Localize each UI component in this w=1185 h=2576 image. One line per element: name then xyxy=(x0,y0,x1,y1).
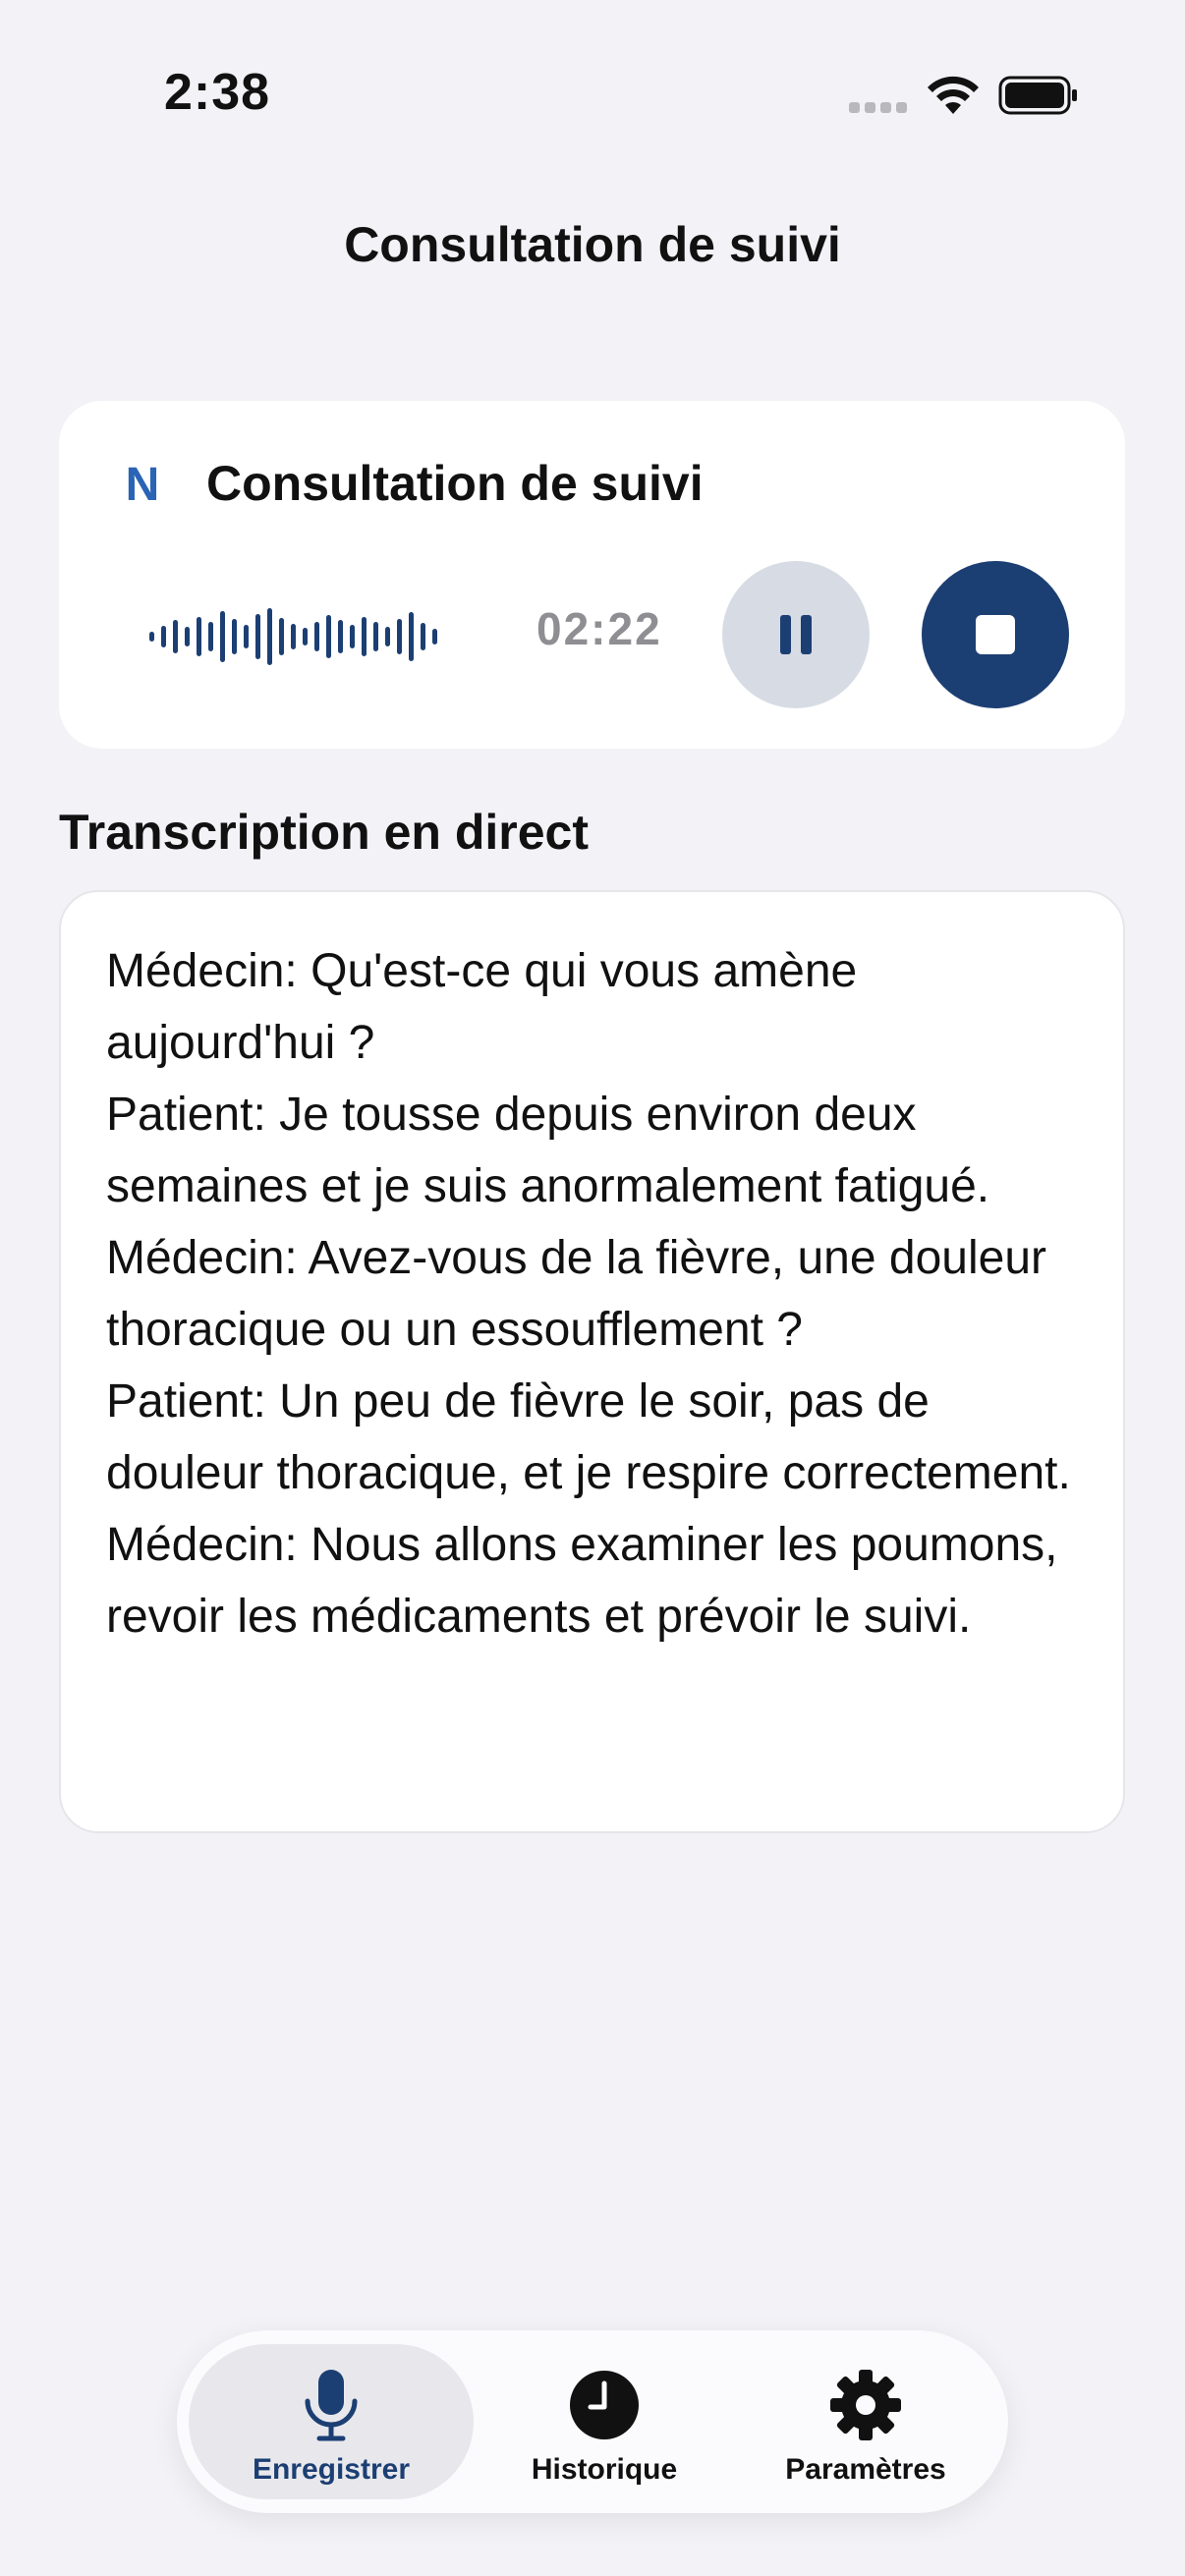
clock-icon xyxy=(570,2371,639,2439)
tab-label: Paramètres xyxy=(785,2453,946,2486)
transcript-line: Médecin: Nous allons examiner les poumon… xyxy=(106,1519,1058,1643)
recording-title: Consultation de suivi xyxy=(206,456,704,511)
tab-label: Historique xyxy=(531,2453,678,2486)
waveform-bar xyxy=(173,620,178,653)
waveform-bar xyxy=(244,625,249,648)
page-title: Consultation de suivi xyxy=(344,217,841,272)
transcript-line: Patient: Un peu de fièvre le soir, pas d… xyxy=(106,1375,1071,1499)
waveform-bar xyxy=(255,614,260,659)
transcript-line: Patient: Je tousse depuis environ deux s… xyxy=(106,1089,990,1212)
waveform-bar xyxy=(362,617,367,656)
waveform-bar xyxy=(350,625,355,648)
recording-card: N Consultation de suivi 02:22 xyxy=(59,401,1125,749)
gear-icon xyxy=(830,2370,901,2440)
recording-timer: 02:22 xyxy=(536,603,662,654)
tab-record[interactable]: Enregistrer xyxy=(189,2344,474,2499)
brand-logo-icon: N xyxy=(125,459,160,511)
waveform-bar xyxy=(267,608,272,665)
waveform-bar xyxy=(279,618,284,655)
tab-bar: Enregistrer Historique Paramètres xyxy=(177,2330,1008,2513)
transcript-line: Médecin: Qu'est-ce qui vous amène aujour… xyxy=(106,945,858,1069)
status-time: 2:38 xyxy=(164,64,271,121)
tab-settings[interactable]: Paramètres xyxy=(733,2344,998,2499)
waveform-bar xyxy=(385,627,390,646)
audio-waveform-icon xyxy=(149,608,437,665)
waveform-bar xyxy=(291,624,296,649)
tab-history[interactable]: Historique xyxy=(481,2344,727,2499)
wifi-icon xyxy=(928,76,979,114)
waveform-bar xyxy=(373,622,378,651)
waveform-bar xyxy=(397,619,402,654)
waveform-bar xyxy=(220,611,225,662)
waveform-bar xyxy=(197,617,201,656)
pause-icon xyxy=(780,615,812,654)
waveform-bar xyxy=(314,622,319,651)
waveform-bar xyxy=(185,627,190,646)
transcript-box: Médecin: Qu'est-ce qui vous amène aujour… xyxy=(59,890,1125,1833)
status-bar: 2:38 xyxy=(0,0,1185,187)
waveform-bar xyxy=(208,622,213,651)
waveform-bar xyxy=(232,619,237,654)
waveform-bar xyxy=(432,629,437,644)
waveform-bar xyxy=(421,623,425,650)
tab-label: Enregistrer xyxy=(252,2453,411,2486)
transcription-section-title: Transcription en direct xyxy=(59,805,590,860)
waveform-bar xyxy=(326,615,331,658)
cellular-signal-icon xyxy=(849,102,908,116)
transcript-line: Médecin: Avez-vous de la fièvre, une dou… xyxy=(106,1232,1047,1356)
stop-button[interactable] xyxy=(922,561,1069,708)
pause-button[interactable] xyxy=(722,561,870,708)
waveform-bar xyxy=(409,612,414,661)
microphone-icon xyxy=(305,2370,358,2441)
waveform-bar xyxy=(303,628,308,645)
waveform-bar xyxy=(149,632,154,642)
battery-icon xyxy=(998,76,1077,115)
stop-icon xyxy=(976,615,1015,654)
waveform-bar xyxy=(338,620,343,653)
waveform-bar xyxy=(161,626,166,647)
